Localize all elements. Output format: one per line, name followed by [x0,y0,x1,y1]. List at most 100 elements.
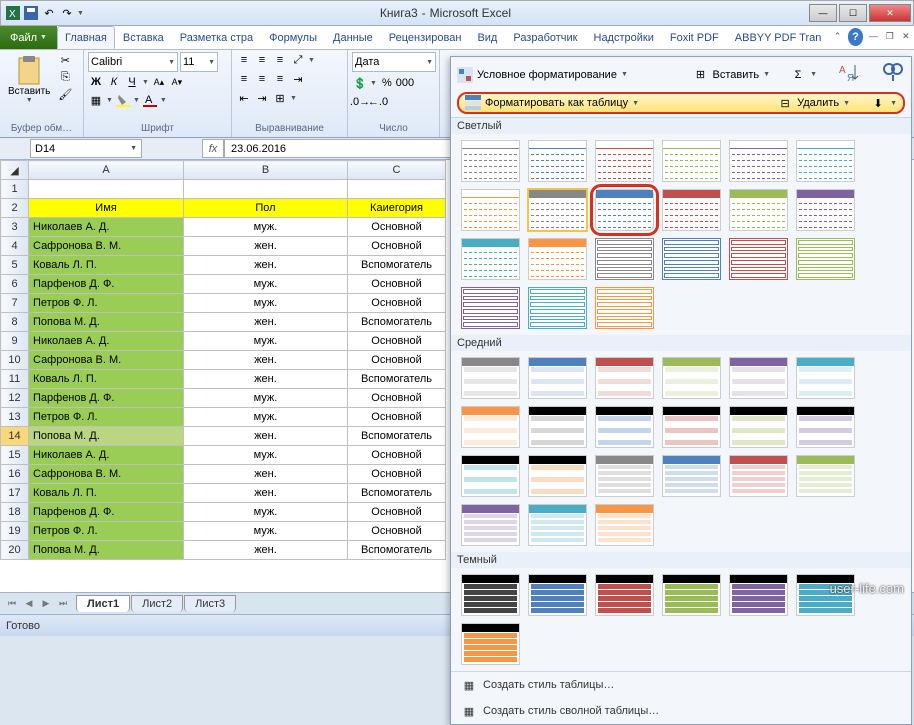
delete-cells-icon[interactable]: ⊟ [777,95,793,111]
cell[interactable]: жен. [184,351,348,370]
table-style-swatch[interactable] [528,189,587,231]
cell[interactable]: жен. [184,256,348,275]
table-style-swatch[interactable] [461,140,520,182]
table-style-swatch[interactable] [595,406,654,448]
cell[interactable]: Сафронова В. М. [29,465,184,484]
format-painter-icon[interactable]: 🖌 [57,86,73,102]
table-style-swatch[interactable] [461,189,520,231]
comma-icon[interactable]: 000 [397,75,413,91]
table-style-swatch[interactable] [796,406,855,448]
cell[interactable]: Вспомогатель [348,484,446,503]
table-style-swatch[interactable] [461,287,520,329]
ribbon-tab[interactable]: Разработчик [505,26,585,49]
table-style-swatch[interactable] [662,357,721,399]
cell[interactable]: муж. [184,332,348,351]
table-style-swatch[interactable] [461,238,520,280]
mdi-close-icon[interactable]: ✕ [900,29,912,43]
col-header[interactable]: C [348,161,446,180]
fx-icon[interactable]: fx [202,139,224,158]
table-style-swatch[interactable] [595,504,654,546]
align-middle-icon[interactable]: ≡ [254,52,270,68]
row-header[interactable]: 14 [1,427,29,446]
ribbon-tab[interactable]: ABBYY PDF Tran [727,26,830,49]
table-style-swatch[interactable] [729,455,788,497]
cell[interactable]: Коваль Л. П. [29,256,184,275]
table-style-swatch[interactable] [595,287,654,329]
row-header[interactable]: 3 [1,218,29,237]
table-style-swatch[interactable] [528,357,587,399]
merge-cells-icon[interactable]: ⊞ [272,90,288,106]
table-style-swatch[interactable] [528,504,587,546]
sort-filter-icon[interactable]: АЯ [837,61,861,88]
table-style-swatch[interactable] [662,189,721,231]
font-name-combo[interactable]: Calibri▼ [88,52,178,72]
row-header[interactable]: 18 [1,503,29,522]
cell[interactable]: жен. [184,370,348,389]
cell[interactable]: Коваль Л. П. [29,484,184,503]
fill-color-icon[interactable] [115,92,131,108]
cell[interactable]: Основной [348,389,446,408]
decrease-decimal-icon[interactable]: ←.0 [370,94,386,110]
cut-icon[interactable]: ✂ [57,52,73,68]
ribbon-tab[interactable]: Главная [57,26,115,49]
row-header[interactable]: 1 [1,180,29,199]
cell[interactable]: Вспомогатель [348,370,446,389]
mdi-minimize-icon[interactable]: — [867,29,879,43]
table-style-swatch[interactable] [461,357,520,399]
cell[interactable]: Основной [348,218,446,237]
cell[interactable]: Петров Ф. Л. [29,522,184,541]
maximize-button[interactable]: ☐ [839,4,867,22]
ribbon-tab[interactable]: Вид [469,26,505,49]
row-header[interactable]: 2 [1,199,29,218]
table-style-swatch[interactable] [595,455,654,497]
cell[interactable]: Николаев А. Д. [29,218,184,237]
cell[interactable]: Пол [184,199,348,218]
align-bottom-icon[interactable]: ≡ [272,52,288,68]
minimize-button[interactable]: — [809,4,837,22]
bold-icon[interactable]: Ж [88,74,104,90]
cell[interactable]: Коваль Л. П. [29,370,184,389]
row-header[interactable]: 17 [1,484,29,503]
cell[interactable]: Вспомогатель [348,427,446,446]
cell[interactable]: жен. [184,427,348,446]
cell[interactable]: Каиегория [348,199,446,218]
table-style-swatch[interactable] [729,238,788,280]
row-header[interactable]: 12 [1,389,29,408]
cell[interactable]: Попова М. Д. [29,541,184,560]
percent-icon[interactable]: % [379,75,395,91]
table-style-swatch[interactable] [461,455,520,497]
table-style-swatch[interactable] [528,238,587,280]
table-style-swatch[interactable] [729,574,788,616]
row-header[interactable]: 11 [1,370,29,389]
format-as-table-button[interactable]: Форматировать как таблицу▼ ⊟Удалить▼ ⬇▼ [457,92,905,114]
help-icon[interactable]: ? [848,28,864,46]
cell[interactable]: Вспомогатель [348,313,446,332]
increase-decimal-icon[interactable]: .0→ [352,94,368,110]
table-style-swatch[interactable] [461,406,520,448]
ribbon-tab[interactable]: Рецензирован [381,26,470,49]
fill-icon[interactable]: ⬇ [870,95,886,111]
cell[interactable]: муж. [184,218,348,237]
table-style-swatch[interactable] [729,189,788,231]
save-icon[interactable] [23,5,39,21]
cell[interactable]: муж. [184,446,348,465]
table-style-swatch[interactable] [796,238,855,280]
cell[interactable]: Петров Ф. Л. [29,408,184,427]
cell[interactable]: Основной [348,408,446,427]
cell[interactable]: Основной [348,351,446,370]
cell[interactable]: Имя [29,199,184,218]
ribbon-tab[interactable]: Вставка [115,26,172,49]
row-header[interactable]: 13 [1,408,29,427]
row-header[interactable]: 7 [1,294,29,313]
cell[interactable]: муж. [184,503,348,522]
cell[interactable]: Петров Ф. Л. [29,294,184,313]
table-style-swatch[interactable] [796,189,855,231]
cell[interactable]: муж. [184,294,348,313]
increase-indent-icon[interactable]: ⇥ [254,90,270,106]
cell[interactable]: Николаев А. Д. [29,446,184,465]
cell[interactable]: Сафронова В. М. [29,351,184,370]
cell[interactable]: Вспомогатель [348,256,446,275]
table-style-swatch[interactable] [528,455,587,497]
ribbon-tab[interactable]: Разметка стра [172,26,261,49]
cell[interactable]: жен. [184,541,348,560]
